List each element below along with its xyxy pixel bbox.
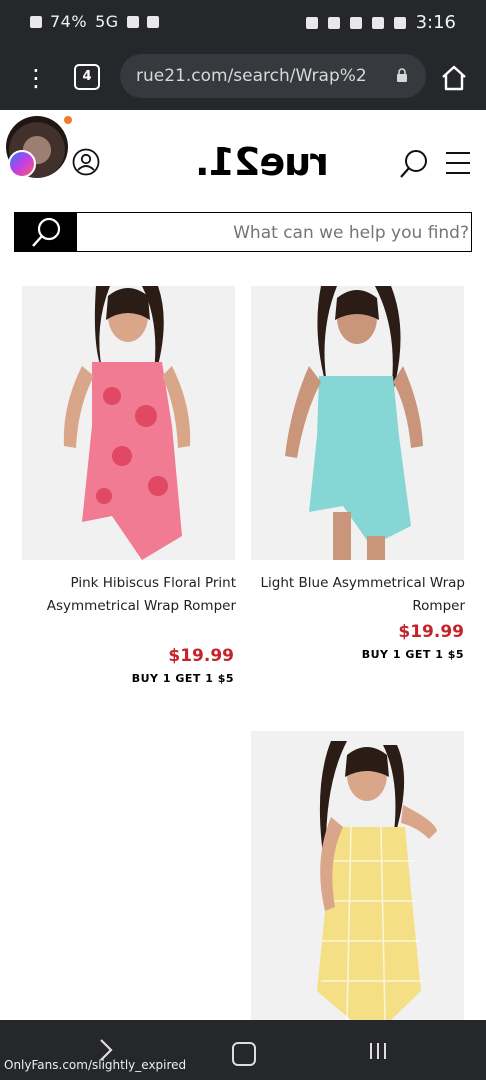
site-header: rue21. [0,110,486,206]
home-icon[interactable] [440,64,468,92]
product-illustration [317,741,437,1020]
messenger-icon[interactable] [8,150,36,178]
search-icon[interactable] [398,148,430,180]
battery-icon [30,15,42,28]
product-illustration [63,286,191,560]
snapchat-icon [393,16,406,29]
more-options-icon[interactable]: ⋮ [24,62,48,94]
product-name[interactable]: Light Blue Asymmetrical Wrap Romper [251,572,465,618]
search-input[interactable] [81,213,485,253]
notification-dot [64,116,72,124]
tab-switcher-button[interactable]: 4 [74,64,100,90]
account-icon[interactable] [72,148,100,176]
browser-toolbar: ⋮ 4 rue21.com/search/Wrap%2 [0,46,486,110]
hamburger-menu-icon[interactable] [444,150,472,176]
battery-level: 74% [50,12,88,31]
product-price: $19.99 [168,646,234,666]
watermark-text: OnlyFans.com/slightly_expired [4,1058,187,1072]
alarm-icon [126,15,139,28]
clock: 3:16 [415,12,456,33]
wifi-icon [305,16,318,29]
status-bar: 74% 5G 3:16 [0,0,486,46]
product-name[interactable]: Pink Hibiscus Floral Print Asymmetrical … [22,572,236,618]
site-logo[interactable]: rue21. [196,140,329,184]
product-promo-badge: BUY 1 GET 1 $5 [131,672,234,685]
product-price: $19.99 [398,622,464,642]
search-icon [32,217,61,247]
gallery-icon [327,16,340,29]
product-image[interactable] [251,286,464,560]
search-submit-button[interactable] [15,213,77,251]
url-text[interactable]: rue21.com/search/Wrap%2 [136,66,367,86]
product-image[interactable] [251,731,464,1020]
messenger-status-icon [349,16,362,29]
product-promo-badge: BUY 1 GET 1 $5 [361,648,464,661]
lock-icon [397,68,407,82]
status-left: 74% 5G [30,12,159,31]
instagram-icon [371,16,384,29]
home-button[interactable] [232,1042,256,1066]
recent-apps-icon[interactable] [368,1042,388,1060]
site-search-box [14,212,485,253]
signal-label: 5G [95,12,119,31]
product-image[interactable] [22,286,235,560]
product-illustration [285,286,423,560]
notification-icon [146,15,159,28]
address-bar[interactable]: rue21.com/search/Wrap%2 [120,54,426,98]
status-right: 3:16 [305,12,456,33]
